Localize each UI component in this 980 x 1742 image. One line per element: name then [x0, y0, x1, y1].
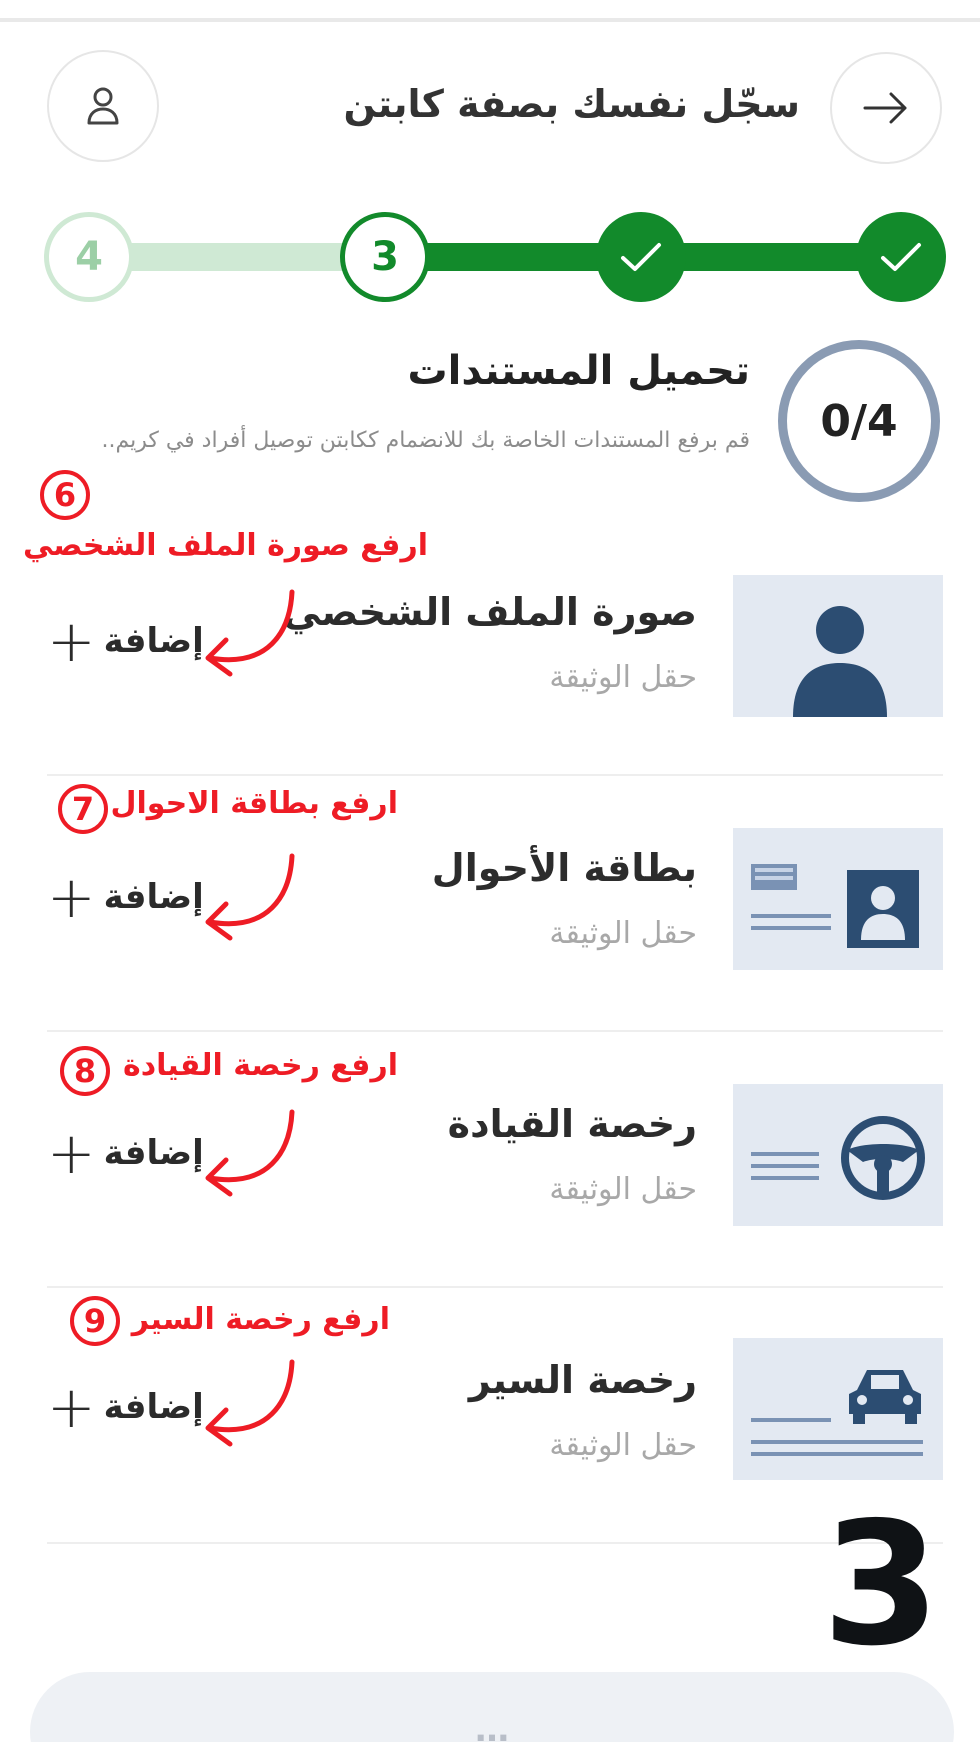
add-button-label: إضافة — [103, 621, 204, 661]
progress-stepper: 4 3 — [0, 200, 980, 302]
next-button[interactable]: … — [30, 1672, 954, 1742]
document-subtitle: حقل الوثيقة — [549, 660, 697, 695]
page-title: سجّل نفسك بصفة كابتن — [343, 82, 800, 126]
vehicle-registration-thumbnail — [733, 1338, 943, 1480]
driving-license-thumbnail — [733, 1084, 943, 1226]
car-icon — [751, 1370, 923, 1456]
plus-icon: + — [47, 607, 96, 675]
back-button[interactable] — [830, 52, 942, 164]
annotation-number: 8 — [60, 1046, 110, 1096]
red-arrow-icon — [205, 589, 295, 677]
document-name: بطاقة الأحوال — [431, 846, 697, 890]
profile-photo-thumbnail — [733, 575, 943, 717]
next-button-label: … — [475, 1710, 509, 1742]
red-arrow-icon — [205, 1359, 295, 1447]
plus-icon: + — [47, 863, 96, 931]
documents-progress-ring: 0/4 — [778, 340, 940, 502]
plus-icon: + — [47, 1373, 96, 1441]
id-card-icon — [751, 864, 919, 948]
add-vehicle-registration-button[interactable]: + إضافة — [47, 1378, 204, 1436]
red-arrow-icon — [205, 853, 295, 941]
steering-wheel-icon — [751, 1116, 925, 1200]
add-profile-photo-button[interactable]: + إضافة — [47, 612, 204, 670]
arrow-right-icon — [863, 92, 907, 124]
red-arrow-icon — [205, 1109, 295, 1197]
step-1-complete — [856, 212, 946, 302]
annotation-number: 9 — [70, 1296, 120, 1346]
section-title: تحميل المستندات — [407, 348, 750, 394]
annotation-number: 6 — [40, 470, 90, 520]
check-icon — [621, 243, 661, 271]
id-card-thumbnail — [733, 828, 943, 970]
add-button-label: إضافة — [103, 1133, 204, 1173]
annotation-text: ارفع رخصة القيادة — [123, 1048, 398, 1083]
user-icon — [87, 87, 119, 125]
step-2-complete — [596, 212, 686, 302]
plus-icon: + — [47, 1119, 96, 1187]
page-number: 3 — [822, 1486, 941, 1684]
document-subtitle: حقل الوثيقة — [549, 1172, 697, 1207]
annotation-text: ارفع رخصة السير — [131, 1302, 390, 1337]
annotation-number: 7 — [58, 784, 108, 834]
profile-button[interactable] — [47, 50, 159, 162]
document-subtitle: حقل الوثيقة — [549, 1428, 697, 1463]
document-name: رخصة القيادة — [447, 1102, 697, 1146]
document-name: رخصة السير — [468, 1358, 697, 1402]
section-description: قم برفع المستندات الخاصة بك للانضمام ككا… — [101, 428, 750, 453]
check-icon — [881, 243, 921, 271]
step-3-current: 3 — [340, 212, 430, 302]
annotation-text: ارفع صورة الملف الشخصي — [22, 528, 428, 563]
annotation-text: ارفع بطاقة الاحوال — [110, 786, 398, 821]
step-4: 4 — [44, 212, 134, 302]
add-button-label: إضافة — [103, 877, 204, 917]
document-name: صورة الملف الشخصي — [282, 590, 697, 634]
add-button-label: إضافة — [103, 1387, 204, 1427]
add-driving-license-button[interactable]: + إضافة — [47, 1124, 204, 1182]
document-subtitle: حقل الوثيقة — [549, 916, 697, 951]
profile-photo-icon — [793, 606, 887, 717]
add-id-card-button[interactable]: + إضافة — [47, 868, 204, 926]
top-divider — [0, 0, 980, 22]
